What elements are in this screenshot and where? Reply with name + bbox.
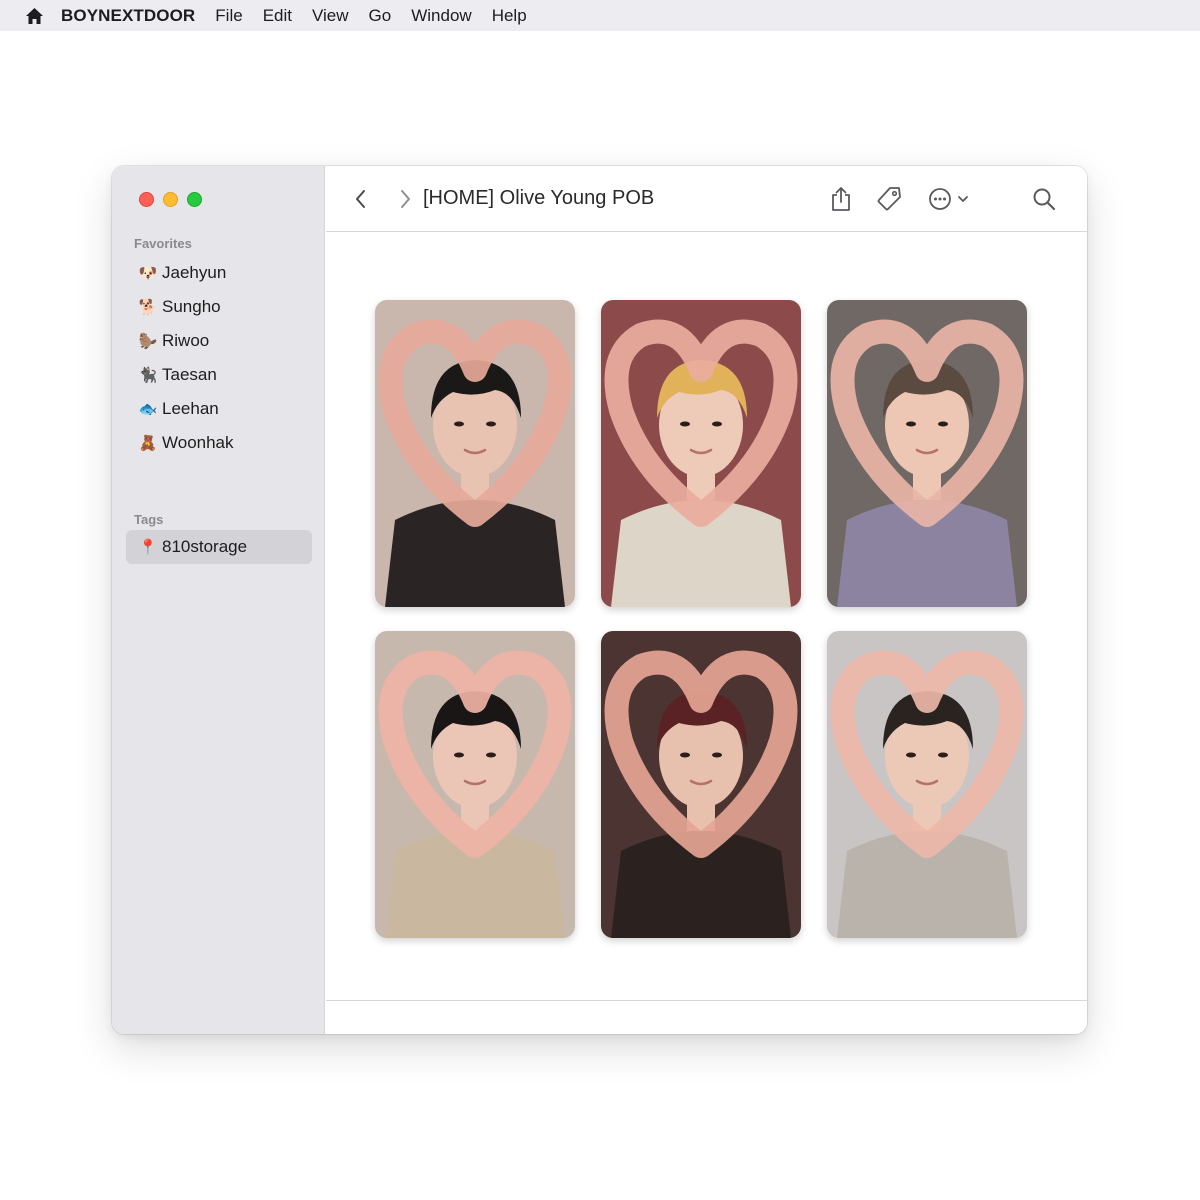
photo-grid bbox=[375, 300, 1027, 938]
folder-title: [HOME] Olive Young POB bbox=[423, 187, 655, 209]
minimize-button[interactable] bbox=[163, 192, 178, 207]
menu-file[interactable]: File bbox=[215, 6, 242, 26]
toolbar: [HOME] Olive Young POB bbox=[326, 166, 1087, 232]
sidebar-item-label: Jaehyun bbox=[162, 263, 227, 282]
tags-heading: Tags bbox=[134, 512, 164, 527]
photo-thumbnail bbox=[375, 631, 575, 938]
sidebar-item-label: Woonhak bbox=[162, 433, 234, 452]
menu-help[interactable]: Help bbox=[492, 6, 527, 26]
dog-icon: 🐕 bbox=[138, 299, 158, 316]
sidebar-item-label: Taesan bbox=[162, 365, 217, 384]
photocard[interactable] bbox=[375, 300, 575, 607]
status-divider bbox=[326, 1000, 1087, 1001]
photo-thumbnail bbox=[601, 631, 801, 938]
share-icon[interactable] bbox=[830, 185, 852, 213]
window-controls bbox=[139, 192, 202, 207]
sidebar-item-taesan[interactable]: 🐈‍⬛ Taesan bbox=[126, 358, 312, 392]
sidebar-item-riwoo[interactable]: 🦫 Riwoo bbox=[126, 324, 312, 358]
sidebar-item-label: Riwoo bbox=[162, 331, 210, 350]
sidebar-item-sungho[interactable]: 🐕 Sungho bbox=[126, 290, 312, 324]
black-cat-icon: 🐈‍⬛ bbox=[138, 367, 158, 384]
zoom-button[interactable] bbox=[187, 192, 202, 207]
house-icon[interactable] bbox=[24, 6, 44, 26]
sidebar: Favorites 🐶 Jaehyun 🐕 Sungho 🦫 Riwoo 🐈‍⬛… bbox=[112, 166, 325, 1034]
search-icon[interactable] bbox=[1032, 185, 1056, 213]
sidebar-item-jaehyun[interactable]: 🐶 Jaehyun bbox=[126, 256, 312, 290]
sidebar-item-label: Sungho bbox=[162, 297, 221, 316]
teddy-bear-icon: 🧸 bbox=[138, 435, 158, 452]
photocard[interactable] bbox=[827, 631, 1027, 938]
dog-face-icon: 🐶 bbox=[138, 265, 158, 282]
photo-thumbnail bbox=[827, 300, 1027, 607]
sidebar-item-leehan[interactable]: 🐟 Leehan bbox=[126, 392, 312, 426]
finder-window: Favorites 🐶 Jaehyun 🐕 Sungho 🦫 Riwoo 🐈‍⬛… bbox=[112, 166, 1087, 1034]
chevron-right-icon[interactable] bbox=[394, 187, 416, 211]
tags-list: 📍 810storage bbox=[126, 530, 312, 564]
photocard[interactable] bbox=[601, 631, 801, 938]
app-name-menu[interactable]: BOYNEXTDOOR bbox=[61, 6, 195, 26]
menu-bar: BOYNEXTDOOR File Edit View Go Window Hel… bbox=[0, 0, 1200, 31]
menu-go[interactable]: Go bbox=[369, 6, 392, 26]
beaver-icon: 🦫 bbox=[138, 333, 158, 350]
favorites-list: 🐶 Jaehyun 🐕 Sungho 🦫 Riwoo 🐈‍⬛ Taesan 🐟 … bbox=[126, 256, 312, 460]
photocard[interactable] bbox=[375, 631, 575, 938]
sidebar-item-label: Leehan bbox=[162, 399, 219, 418]
tag-icon[interactable] bbox=[876, 185, 902, 213]
close-button[interactable] bbox=[139, 192, 154, 207]
chevron-left-icon[interactable] bbox=[350, 187, 372, 211]
menu-view[interactable]: View bbox=[312, 6, 349, 26]
main-pane: [HOME] Olive Young POB bbox=[326, 166, 1087, 1034]
pin-icon: 📍 bbox=[138, 539, 158, 556]
photo-thumbnail bbox=[827, 631, 1027, 938]
sidebar-item-woonhak[interactable]: 🧸 Woonhak bbox=[126, 426, 312, 460]
menu-edit[interactable]: Edit bbox=[263, 6, 292, 26]
favorites-heading: Favorites bbox=[134, 236, 192, 251]
sidebar-tag-810storage[interactable]: 📍 810storage bbox=[126, 530, 312, 564]
menu-window[interactable]: Window bbox=[411, 6, 471, 26]
ellipsis-circle-icon[interactable] bbox=[928, 185, 972, 213]
photo-thumbnail bbox=[601, 300, 801, 607]
photo-thumbnail bbox=[375, 300, 575, 607]
sidebar-item-label: 810storage bbox=[162, 537, 248, 556]
photocard[interactable] bbox=[827, 300, 1027, 607]
photocard[interactable] bbox=[601, 300, 801, 607]
fish-icon: 🐟 bbox=[138, 401, 158, 418]
